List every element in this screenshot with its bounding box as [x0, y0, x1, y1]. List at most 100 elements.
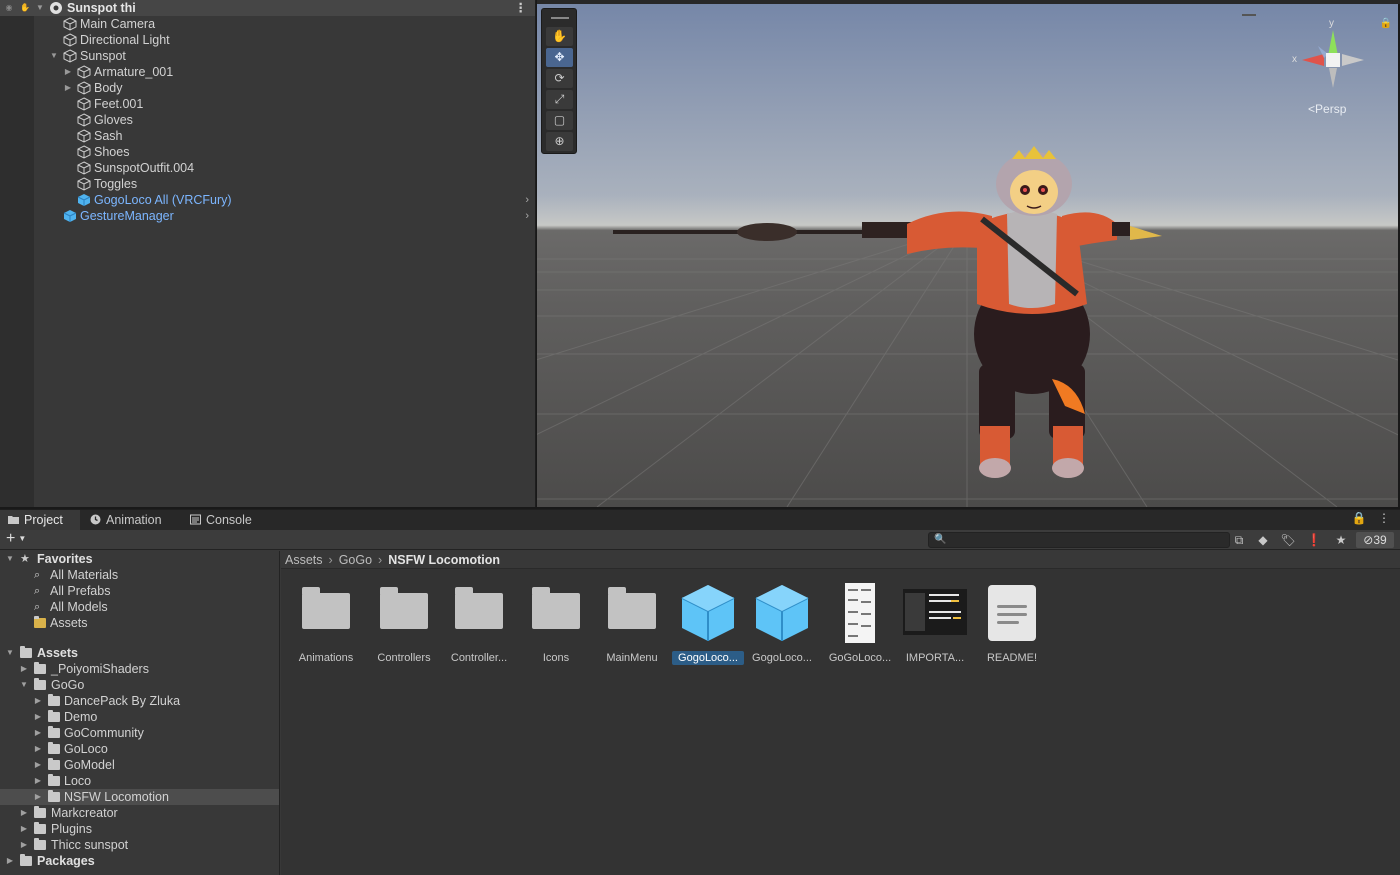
projection-toggle[interactable]: <Persp: [1308, 102, 1346, 116]
favorites-item-all-prefabs[interactable]: ⌕ All Prefabs: [0, 583, 279, 599]
filter-by-type-icon[interactable]: ◆: [1252, 532, 1274, 548]
filter-by-label-icon[interactable]: 🏷: [1277, 532, 1299, 548]
asset-item[interactable]: Animations: [290, 581, 362, 665]
hierarchy-item-outfit[interactable]: SunspotOutfit.004: [0, 160, 535, 176]
collapse-arrow-icon[interactable]: ▶: [33, 709, 43, 725]
collapse-arrow-icon[interactable]: ▶: [63, 80, 73, 96]
collapse-arrow-icon[interactable]: ▶: [19, 821, 29, 837]
hierarchy-item-main-camera[interactable]: Main Camera: [0, 16, 535, 32]
collapse-arrow-icon[interactable]: ▶: [33, 789, 43, 805]
collapse-arrow-icon[interactable]: ▶: [33, 693, 43, 709]
asset-item[interactable]: GogoLoco...: [746, 581, 818, 665]
collapse-arrow-icon[interactable]: ▶: [33, 725, 43, 741]
hierarchy-item-armature[interactable]: ▶ Armature_001: [0, 64, 535, 80]
open-prefab-chevron-icon[interactable]: ›: [525, 208, 529, 224]
more-options-icon[interactable]: ⋮: [1378, 511, 1390, 525]
transform-tool-icon[interactable]: ⊕: [546, 132, 573, 151]
packages-root[interactable]: ▶ Packages: [0, 853, 279, 869]
assets-root[interactable]: ▼ Assets: [0, 645, 279, 661]
scene-root-row[interactable]: ◉ ✋ ▼ Sunspot thi ⋮: [0, 0, 535, 16]
tree-folder-poiyomi[interactable]: ▶ _PoiyomiShaders: [0, 661, 279, 677]
asset-label: Icons: [542, 652, 570, 664]
collapse-arrow-icon[interactable]: ▶: [5, 853, 15, 869]
rotate-tool-icon[interactable]: ⟳: [546, 69, 573, 88]
more-options-icon[interactable]: ⋮: [515, 0, 528, 16]
asset-item[interactable]: MainMenu: [596, 581, 668, 665]
avatar-character[interactable]: [607, 144, 1167, 494]
breadcrumb-current[interactable]: NSFW Locomotion: [388, 553, 500, 567]
search-input[interactable]: 🔍: [928, 532, 1230, 548]
asset-item[interactable]: IMPORTA...: [899, 581, 971, 665]
expand-arrow-icon[interactable]: ▼: [5, 645, 15, 661]
asset-item[interactable]: GoGoLoco...: [824, 581, 896, 665]
tree-folder-loco[interactable]: ▶ Loco: [0, 773, 279, 789]
search-by-type-icon[interactable]: ⧉: [1228, 532, 1250, 548]
pickable-hand-icon[interactable]: ✋: [20, 0, 30, 16]
favorites-item-all-models[interactable]: ⌕ All Models: [0, 599, 279, 615]
visibility-eye-icon[interactable]: ◉: [4, 0, 14, 16]
tree-folder-goloco[interactable]: ▶ GoLoco: [0, 741, 279, 757]
asset-item[interactable]: Controllers: [368, 581, 440, 665]
tree-folder-dancepack[interactable]: ▶ DancePack By Zluka: [0, 693, 279, 709]
tree-folder-thicc-sunspot[interactable]: ▶ Thicc sunspot: [0, 837, 279, 853]
create-dropdown-button[interactable]: + ▼: [6, 530, 26, 548]
collapse-arrow-icon[interactable]: ▶: [63, 64, 73, 80]
tab-animation[interactable]: Animation: [82, 510, 170, 530]
hierarchy-item-sunspot[interactable]: ▼ Sunspot: [0, 48, 535, 64]
favorites-item-assets[interactable]: Assets: [0, 615, 279, 631]
breadcrumb-item[interactable]: Assets: [285, 553, 323, 567]
hierarchy-item-body[interactable]: ▶ Body: [0, 80, 535, 96]
tree-folder-markcreator[interactable]: ▶ Markcreator: [0, 805, 279, 821]
hierarchy-item-gesture-manager[interactable]: GestureManager ›: [0, 208, 535, 224]
breadcrumb-item[interactable]: GoGo: [339, 553, 372, 567]
hierarchy-item-directional-light[interactable]: Directional Light: [0, 32, 535, 48]
axis-gizmo-icon[interactable]: [1288, 18, 1378, 98]
tree-folder-gocommunity[interactable]: ▶ GoCommunity: [0, 725, 279, 741]
lock-icon[interactable]: 🔒: [1352, 511, 1367, 525]
asset-item[interactable]: Controller...: [443, 581, 515, 665]
favorite-star-icon[interactable]: ★: [1330, 532, 1352, 548]
tree-folder-plugins[interactable]: ▶ Plugins: [0, 821, 279, 837]
open-prefab-chevron-icon[interactable]: ›: [525, 192, 529, 208]
hierarchy-item-toggles[interactable]: Toggles: [0, 176, 535, 192]
hierarchy-item-label: Armature_001: [94, 65, 174, 79]
tree-folder-demo[interactable]: ▶ Demo: [0, 709, 279, 725]
hierarchy-item-shoes[interactable]: Shoes: [0, 144, 535, 160]
hierarchy-item-gogoloco-all[interactable]: GogoLoco All (VRCFury) ›: [0, 192, 535, 208]
tab-project[interactable]: Project: [0, 510, 80, 530]
move-tool-icon[interactable]: ✥: [546, 48, 573, 67]
asset-item[interactable]: Icons: [520, 581, 592, 665]
collapse-arrow-icon[interactable]: ▶: [33, 741, 43, 757]
tree-folder-gomodel[interactable]: ▶ GoModel: [0, 757, 279, 773]
collapse-arrow-icon[interactable]: ▶: [19, 661, 29, 677]
tab-console[interactable]: Console: [182, 510, 260, 530]
expand-arrow-icon[interactable]: ▼: [49, 48, 59, 64]
favorites-item-all-materials[interactable]: ⌕ All Materials: [0, 567, 279, 583]
asset-grid[interactable]: Assets › GoGo › NSFW Locomotion Animations C…: [281, 551, 1400, 875]
collapse-arrow-icon[interactable]: ▶: [33, 757, 43, 773]
hierarchy-item-feet[interactable]: Feet.001: [0, 96, 535, 112]
favorites-header[interactable]: ▼ ★ Favorites: [0, 551, 279, 567]
hierarchy-item-gloves[interactable]: Gloves: [0, 112, 535, 128]
expand-arrow-icon[interactable]: ▼: [5, 551, 15, 567]
panel-drag-handle[interactable]: [551, 17, 569, 19]
tree-folder-nsfw-locomotion[interactable]: ▶ NSFW Locomotion: [0, 789, 279, 805]
gizmo-drag-handle[interactable]: [1242, 14, 1256, 16]
orientation-gizmo[interactable]: 🔒 y x <Persp: [1242, 14, 1392, 118]
hierarchy-item-sash[interactable]: Sash: [0, 128, 535, 144]
collapse-arrow-icon[interactable]: ▶: [19, 805, 29, 821]
hidden-packages-toggle[interactable]: ⊘39: [1356, 532, 1394, 548]
scale-tool-icon[interactable]: ⤢: [546, 90, 573, 109]
asset-item[interactable]: README!: [976, 581, 1048, 665]
lock-icon[interactable]: 🔒: [1380, 18, 1392, 29]
collapse-arrow-icon[interactable]: ▶: [19, 837, 29, 853]
expand-arrow-icon[interactable]: ▼: [35, 0, 45, 16]
log-filter-icon[interactable]: ❗: [1303, 532, 1325, 548]
collapse-arrow-icon[interactable]: ▶: [33, 773, 43, 789]
expand-arrow-icon[interactable]: ▼: [19, 677, 29, 693]
tree-folder-gogo[interactable]: ▼ GoGo: [0, 677, 279, 693]
asset-item-selected[interactable]: GogoLoco...: [672, 581, 744, 665]
scene-view[interactable]: ✋ ✥ ⟳ ⤢ ▢ ⊕ 🔒 y x <Persp: [537, 4, 1398, 507]
rect-tool-icon[interactable]: ▢: [546, 111, 573, 130]
hand-tool-icon[interactable]: ✋: [546, 27, 573, 46]
